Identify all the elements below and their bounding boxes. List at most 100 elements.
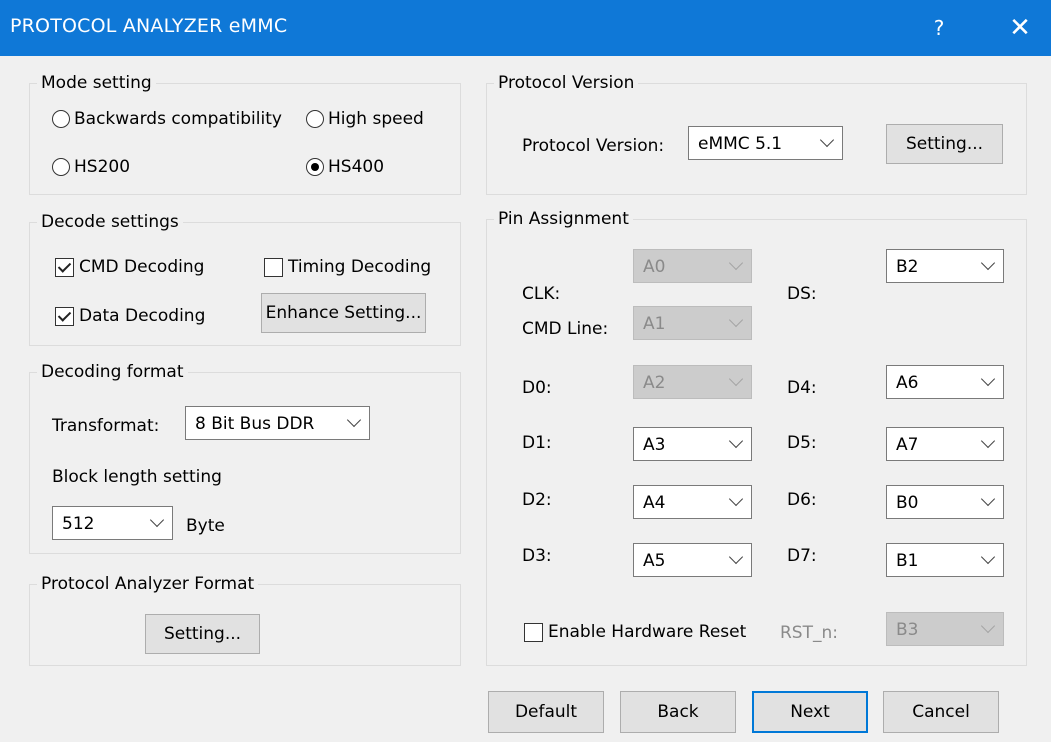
rst-n-value: B3 xyxy=(896,620,919,640)
cmd-line-select: A1 xyxy=(633,306,752,340)
protocol-version-title: Protocol Version xyxy=(494,73,639,93)
cancel-button[interactable]: Cancel xyxy=(883,691,999,733)
transformat-select[interactable]: 8 Bit Bus DDR xyxy=(185,406,370,440)
checkbox-box xyxy=(55,257,74,277)
d7-value: B1 xyxy=(896,551,919,571)
title-bar: PROTOCOL ANALYZER eMMC ? ✕ xyxy=(0,0,1051,56)
d3-select[interactable]: A5 xyxy=(633,543,752,577)
protocol-analyzer-setting-button[interactable]: Setting... xyxy=(145,614,260,654)
enable-hardware-reset-checkbox[interactable]: Enable Hardware Reset xyxy=(524,622,746,642)
d4-select[interactable]: A6 xyxy=(886,365,1004,399)
chevron-down-icon xyxy=(728,549,744,565)
d0-select: A2 xyxy=(633,365,752,399)
protocol-version-setting-button[interactable]: Setting... xyxy=(886,124,1003,164)
chevron-down-icon xyxy=(819,132,835,148)
radio-hs400[interactable]: HS400 xyxy=(306,157,384,177)
ds-value: B2 xyxy=(896,257,919,277)
protocol-version-label: Protocol Version: xyxy=(522,136,665,156)
d0-label: D0: xyxy=(522,378,552,398)
transformat-value: 8 Bit Bus DDR xyxy=(195,414,315,434)
rst-n-label: RST_n: xyxy=(780,623,838,643)
rst-n-select: B3 xyxy=(886,612,1004,646)
mode-setting-title: Mode setting xyxy=(37,73,156,93)
next-button[interactable]: Next xyxy=(752,691,868,733)
d5-label: D5: xyxy=(787,433,817,453)
timing-decoding-checkbox[interactable]: Timing Decoding xyxy=(264,257,431,277)
d2-label: D2: xyxy=(522,490,552,510)
d6-value: B0 xyxy=(896,493,919,513)
default-button[interactable]: Default xyxy=(488,691,604,733)
radio-label: HS400 xyxy=(328,157,385,177)
radio-label: High speed xyxy=(328,109,424,129)
block-length-select[interactable]: 512 xyxy=(52,506,173,540)
cmd-line-label: CMD Line: xyxy=(522,319,609,339)
data-decoding-checkbox[interactable]: Data Decoding xyxy=(55,306,205,326)
d6-label: D6: xyxy=(787,490,817,510)
d7-select[interactable]: B1 xyxy=(886,543,1004,577)
radio-circle xyxy=(52,110,70,128)
checkbox-box xyxy=(524,622,543,642)
cmd-decoding-checkbox[interactable]: CMD Decoding xyxy=(55,257,204,277)
d2-select[interactable]: A4 xyxy=(633,485,752,519)
checkbox-label: Timing Decoding xyxy=(288,257,432,277)
chevron-down-icon xyxy=(980,255,996,271)
d7-label: D7: xyxy=(787,546,817,566)
block-unit-label: Byte xyxy=(186,516,225,536)
decode-settings-title: Decode settings xyxy=(37,212,183,232)
close-icon[interactable]: ✕ xyxy=(998,8,1042,48)
checkbox-label: CMD Decoding xyxy=(79,257,205,277)
chevron-down-icon xyxy=(728,312,744,328)
block-length-value: 512 xyxy=(62,514,95,534)
d1-select[interactable]: A3 xyxy=(633,427,752,461)
enhance-setting-button[interactable]: Enhance Setting... xyxy=(261,293,426,333)
chevron-down-icon xyxy=(149,512,165,528)
checkbox-label: Enable Hardware Reset xyxy=(548,622,747,642)
radio-backwards-compatibility[interactable]: Backwards compatibility xyxy=(52,109,282,129)
protocol-version-value: eMMC 5.1 xyxy=(698,134,783,154)
chevron-down-icon xyxy=(728,491,744,507)
chevron-down-icon xyxy=(980,491,996,507)
radio-label: Backwards compatibility xyxy=(74,109,282,129)
help-icon[interactable]: ? xyxy=(917,8,961,48)
radio-high-speed[interactable]: High speed xyxy=(306,109,424,129)
ds-select[interactable]: B2 xyxy=(886,249,1004,283)
decoding-format-title: Decoding format xyxy=(37,362,188,382)
d4-value: A6 xyxy=(896,373,919,393)
chevron-down-icon xyxy=(346,412,362,428)
block-length-label: Block length setting xyxy=(52,467,222,487)
mode-setting-group xyxy=(29,83,461,195)
d4-label: D4: xyxy=(787,378,817,398)
chevron-down-icon xyxy=(728,371,744,387)
chevron-down-icon xyxy=(980,549,996,565)
protocol-analyzer-format-title: Protocol Analyzer Format xyxy=(37,574,259,594)
clk-select: A0 xyxy=(633,249,752,283)
protocol-version-select[interactable]: eMMC 5.1 xyxy=(688,126,843,160)
clk-value: A0 xyxy=(643,257,666,277)
d1-value: A3 xyxy=(643,435,666,455)
d5-value: A7 xyxy=(896,435,919,455)
d6-select[interactable]: B0 xyxy=(886,485,1004,519)
d2-value: A4 xyxy=(643,493,666,513)
clk-label: CLK: xyxy=(522,284,561,304)
transformat-label: Transformat: xyxy=(52,416,160,436)
d3-label: D3: xyxy=(522,546,552,566)
pin-assignment-title: Pin Assignment xyxy=(494,209,633,229)
checkbox-box xyxy=(264,257,283,277)
radio-hs200[interactable]: HS200 xyxy=(52,157,130,177)
d1-label: D1: xyxy=(522,433,552,453)
checkbox-box xyxy=(55,306,74,326)
chevron-down-icon xyxy=(980,371,996,387)
radio-circle-selected xyxy=(306,158,324,176)
d3-value: A5 xyxy=(643,551,666,571)
radio-label: HS200 xyxy=(74,157,131,177)
chevron-down-icon xyxy=(980,618,996,634)
chevron-down-icon xyxy=(728,255,744,271)
back-button[interactable]: Back xyxy=(620,691,736,733)
chevron-down-icon xyxy=(980,433,996,449)
d5-select[interactable]: A7 xyxy=(886,427,1004,461)
cmd-line-value: A1 xyxy=(643,314,666,334)
d0-value: A2 xyxy=(643,373,666,393)
window-title: PROTOCOL ANALYZER eMMC xyxy=(10,15,288,37)
checkbox-label: Data Decoding xyxy=(79,306,206,326)
radio-circle xyxy=(52,158,70,176)
